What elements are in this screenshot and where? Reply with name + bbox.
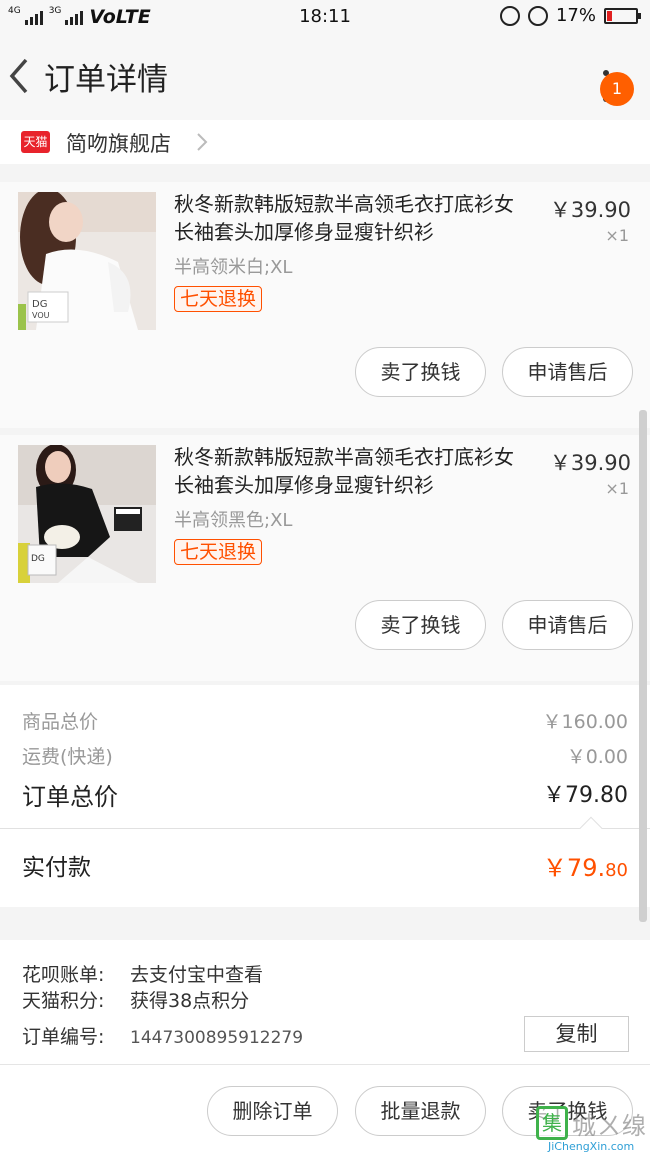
nav-bar: 订单详情 1 — [0, 34, 650, 120]
order-total-label: 订单总价 — [22, 783, 118, 811]
order-item[interactable]: DG 秋冬新款韩版短款半高领毛衣打底衫女长袖套头加厚修身显瘦针织衫 半高领黑色;… — [0, 435, 650, 681]
store-row[interactable]: 天猫 简吻旗舰店 — [0, 120, 650, 164]
return-policy-tag: 七天退换 — [174, 539, 263, 565]
product-sku: 半高领米白;XL — [174, 257, 293, 278]
batch-refund-button[interactable]: 批量退款 — [355, 1086, 486, 1136]
watermark-logo: 集 — [536, 1106, 568, 1140]
tmall-icon: 天猫 — [21, 131, 50, 153]
svg-text:DG: DG — [31, 554, 45, 564]
delete-order-button[interactable]: 删除订单 — [207, 1086, 338, 1136]
svg-text:DG: DG — [32, 299, 47, 310]
battery-icon — [604, 7, 641, 24]
huabei-value[interactable]: 去支付宝中查看 — [130, 964, 263, 986]
page-title: 订单详情 — [44, 62, 168, 98]
watermark-url: JiChengXin.com — [548, 1140, 635, 1153]
paid-value: ￥79.80 — [543, 848, 628, 883]
return-policy-tag: 七天退换 — [174, 286, 263, 312]
points-label: 天猫积分: — [22, 990, 105, 1012]
store-name[interactable]: 简吻旗舰店 — [66, 128, 171, 158]
battery-percent: 17% — [555, 5, 596, 26]
product-title[interactable]: 秋冬新款韩版短款半高领毛衣打底衫女长袖套头加厚修身显瘦针织衫 — [174, 443, 528, 499]
order-total-value: ￥79.80 — [543, 783, 628, 808]
goods-total-value: ￥160.00 — [542, 711, 628, 733]
product-thumbnail-black-sweater[interactable]: DG — [18, 445, 156, 583]
shipping-value: ￥0.00 — [566, 746, 628, 768]
product-sku: 半高领黑色;XL — [174, 510, 293, 531]
scrollbar[interactable] — [639, 410, 647, 922]
order-number-value: 1447300895912279 — [130, 1028, 304, 1048]
huabei-row: 花呗账单: 去支付宝中查看 — [22, 960, 263, 987]
product-quantity: ×1 — [605, 479, 629, 498]
status-bar: 4G 3G VoLTE 18:11 17% — [0, 0, 650, 34]
goods-total-label: 商品总价 — [22, 711, 99, 733]
after-sale-button[interactable]: 申请售后 — [502, 347, 633, 397]
shipping-label: 运费(快递) — [22, 746, 113, 768]
back-arrow-icon[interactable] — [6, 54, 38, 98]
sell-item-button[interactable]: 卖了换钱 — [355, 600, 486, 650]
order-item[interactable]: DG VOU 秋冬新款韩版短款半高领毛衣打底衫女长袖套头加厚修身显瘦针织衫 半高… — [0, 182, 650, 428]
product-title[interactable]: 秋冬新款韩版短款半高领毛衣打底衫女长袖套头加厚修身显瘦针织衫 — [174, 190, 528, 246]
watermark: 集 城ㄨ缐 JiChengXin.com — [532, 1104, 650, 1154]
order-number-label: 订单编号: — [22, 1026, 105, 1048]
product-thumbnail-white-sweater[interactable]: DG VOU — [18, 192, 156, 330]
order-info: 花呗账单: 去支付宝中查看 天猫积分: 获得38点积分 订单编号: 144730089… — [0, 940, 650, 1064]
chevron-right-icon — [197, 133, 208, 151]
product-price: ￥39.90 — [549, 198, 631, 222]
after-sale-button[interactable]: 申请售后 — [502, 600, 633, 650]
copy-button[interactable]: 复制 — [524, 1016, 629, 1052]
points-value: 获得38点积分 — [130, 990, 250, 1012]
divider-caret — [579, 816, 603, 840]
paid-value-decimal: 80 — [605, 860, 628, 881]
points-row: 天猫积分: 获得38点积分 — [22, 986, 249, 1013]
huabei-label: 花呗账单: — [22, 964, 105, 986]
paid-value-integer: ￥79. — [542, 854, 606, 882]
message-badge[interactable]: 1 — [600, 72, 634, 106]
watermark-text: 城ㄨ缐 — [572, 1112, 647, 1140]
product-quantity: ×1 — [605, 226, 629, 245]
svg-text:VOU: VOU — [32, 311, 50, 320]
paid-label: 实付款 — [22, 855, 91, 881]
price-summary: 商品总价 ￥160.00 运费(快递) ￥0.00 订单总价 ￥79.80 实付… — [0, 685, 650, 907]
product-price: ￥39.90 — [549, 451, 631, 475]
status-right: 17% — [499, 5, 641, 26]
order-number-row: 订单编号: 1447300895912279 — [22, 1022, 303, 1049]
alarm-icon — [527, 5, 548, 26]
rotation-lock-icon — [499, 5, 520, 26]
divider — [0, 828, 650, 829]
sell-item-button[interactable]: 卖了换钱 — [355, 347, 486, 397]
